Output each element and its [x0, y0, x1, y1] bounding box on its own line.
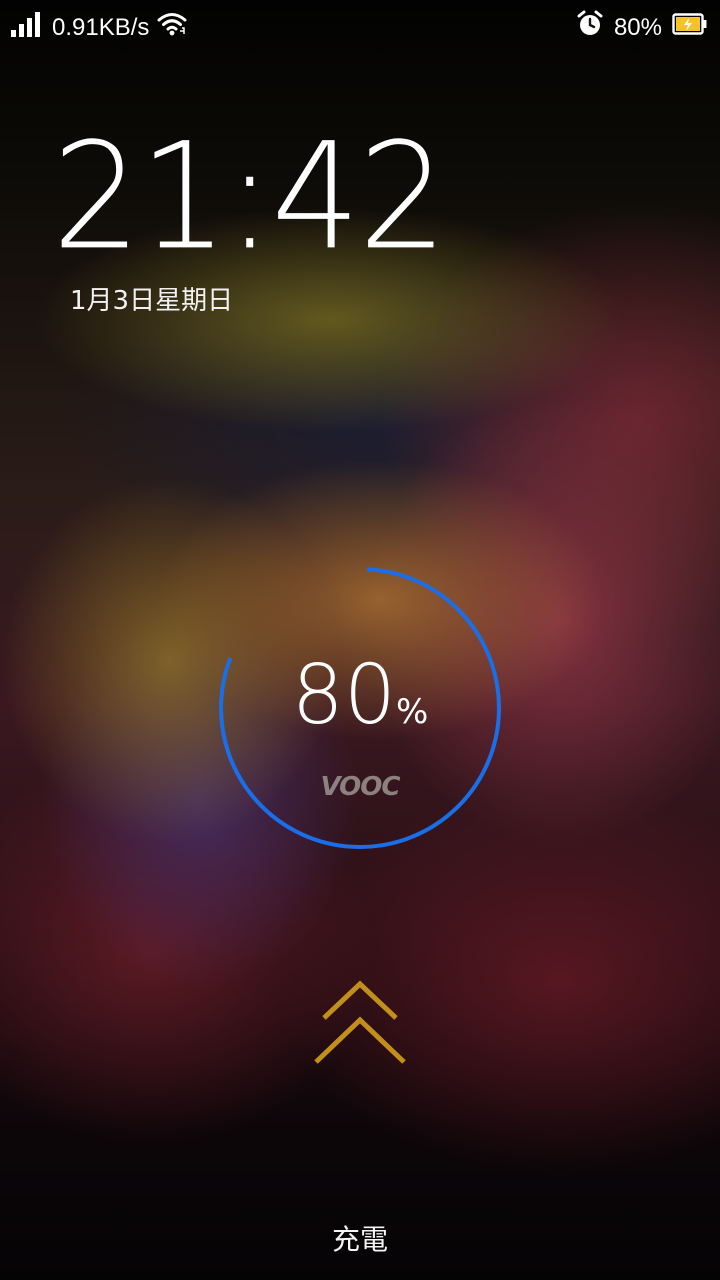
double-chevron-up-icon[interactable]: [312, 978, 408, 1068]
charging-percent-sign: %: [396, 692, 429, 732]
signal-bars-icon: [10, 10, 44, 45]
status-right: 80%: [576, 10, 708, 45]
lock-date: 1月3日星期日: [70, 286, 234, 316]
status-left: 0.91KB/s: [10, 10, 187, 45]
vooc-logo: VOOC: [320, 772, 401, 802]
network-speed: 0.91KB/s: [52, 13, 150, 41]
lock-clock: 21:42: [52, 111, 447, 284]
charging-label: 充電: [331, 1223, 388, 1256]
charging-percent-value: 80: [291, 648, 397, 743]
battery-percent: 80%: [613, 13, 662, 41]
lock-screen: 0.91KB/s 80% 21:42 1月3日星期日 80% VOOC 充電: [0, 0, 720, 1280]
status-bar: 0.91KB/s 80%: [0, 0, 720, 50]
wifi-icon: [157, 11, 187, 44]
battery-charging-icon: [672, 12, 708, 43]
alarm-clock-icon: [576, 10, 604, 45]
charging-percent: 80%: [216, 655, 504, 737]
